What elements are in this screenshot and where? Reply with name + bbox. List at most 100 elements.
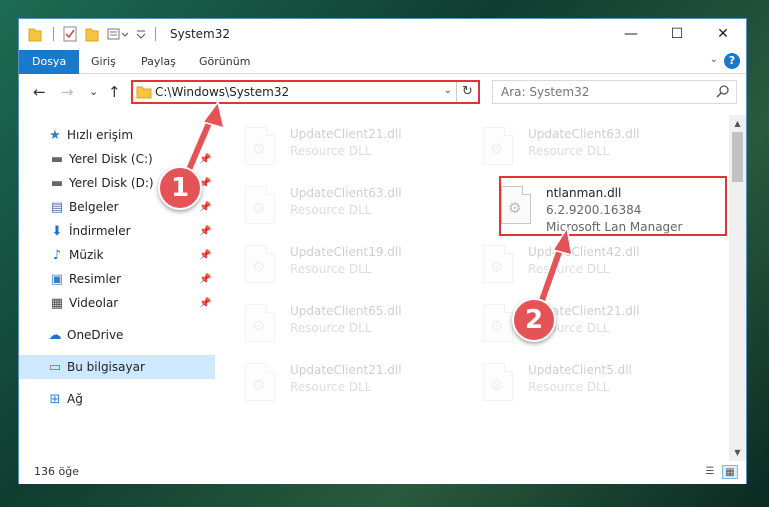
file-tile[interactable]: ⚙ UpdateClient42.dll Resource DLL bbox=[467, 239, 697, 291]
computer-icon: ▭ bbox=[48, 359, 62, 375]
details-view-icon[interactable]: ☰ bbox=[702, 465, 718, 479]
download-icon: ⬇ bbox=[51, 223, 63, 239]
close-button[interactable]: ✕ bbox=[700, 19, 746, 49]
pin-icon[interactable]: 📌 bbox=[199, 298, 211, 309]
sidebar-item-onedrive[interactable]: ☁ OneDrive bbox=[19, 323, 215, 347]
dll-file-icon: ⚙ bbox=[483, 363, 513, 401]
pin-icon[interactable]: 📌 bbox=[199, 154, 211, 165]
tab-file[interactable]: Dosya bbox=[19, 50, 80, 74]
properties-icon[interactable] bbox=[63, 26, 77, 42]
scroll-up-icon[interactable]: ▲ bbox=[729, 115, 746, 132]
pin-icon[interactable]: 📌 bbox=[199, 274, 211, 285]
sidebar-item-pictures[interactable]: ▣ Resimler 📌 bbox=[19, 267, 215, 291]
file-tile[interactable]: ⚙ UpdateClient63.dll Resource DLL bbox=[229, 180, 459, 232]
ribbon-expand-icon[interactable]: ⌄ bbox=[710, 54, 718, 65]
ribbon-tabs: Dosya Giriş Paylaş Görünüm ⌄ ? bbox=[19, 50, 746, 74]
forward-button[interactable]: → bbox=[61, 83, 74, 101]
maximize-button[interactable]: ☐ bbox=[654, 19, 700, 49]
file-description: Resource DLL bbox=[290, 321, 372, 335]
dll-file-icon: ⚙ bbox=[245, 245, 275, 283]
sidebar-item-label: Hızlı erişim bbox=[67, 128, 134, 142]
address-path[interactable]: C:\Windows\System32 bbox=[155, 85, 289, 99]
documents-icon: ▤ bbox=[50, 199, 64, 215]
address-bar[interactable]: C:\Windows\System32 ⌄ ↻ bbox=[131, 80, 480, 104]
sidebar-item-downloads[interactable]: ⬇ İndirmeler 📌 bbox=[19, 219, 215, 243]
tab-view[interactable]: Görünüm bbox=[189, 50, 260, 74]
scrollbar-thumb[interactable] bbox=[732, 132, 743, 182]
pin-icon[interactable]: 📌 bbox=[199, 250, 211, 261]
vertical-scrollbar[interactable]: ▲ ▼ bbox=[729, 115, 746, 461]
dll-file-icon: ⚙ bbox=[483, 304, 513, 342]
title-separator bbox=[155, 27, 156, 41]
sidebar-item-label: Resimler bbox=[69, 272, 122, 286]
new-folder-icon[interactable] bbox=[85, 26, 99, 42]
minimize-button[interactable]: — bbox=[608, 19, 654, 49]
refresh-button[interactable]: ↻ bbox=[456, 82, 478, 102]
window-title: System32 bbox=[170, 27, 231, 41]
file-tile[interactable]: ⚙ UpdateClient65.dll Resource DLL bbox=[229, 298, 459, 350]
tiles-view-icon[interactable]: ▦ bbox=[722, 465, 738, 479]
up-button[interactable]: ↑ bbox=[108, 83, 121, 101]
file-list: ⚙ UpdateClient21.dll Resource DLL ⚙ UpdateCl… bbox=[227, 115, 731, 461]
highlight-box bbox=[499, 176, 727, 236]
customize-toolbar-icon[interactable] bbox=[107, 26, 129, 42]
dll-file-icon: ⚙ bbox=[245, 363, 275, 401]
sidebar-item-label: Videolar bbox=[69, 296, 119, 310]
file-tile[interactable]: ⚙ UpdateClient21.dll Resource DLL bbox=[229, 121, 459, 173]
recent-locations-button[interactable]: ⌄ bbox=[89, 85, 98, 98]
dll-file-icon: ⚙ bbox=[245, 127, 275, 165]
network-icon: ⊞ bbox=[49, 391, 61, 407]
dll-file-icon: ⚙ bbox=[245, 186, 275, 224]
search-input[interactable] bbox=[493, 81, 713, 103]
pin-icon[interactable]: 📌 bbox=[199, 202, 211, 213]
file-name: UpdateClient19.dll bbox=[290, 245, 402, 259]
sidebar-item-videos[interactable]: ▦ Videolar 📌 bbox=[19, 291, 215, 315]
address-dropdown-icon[interactable]: ⌄ bbox=[444, 85, 452, 96]
sidebar-item-label: İndirmeler bbox=[69, 224, 131, 238]
sidebar-item-network[interactable]: ⊞ Ağ bbox=[19, 387, 215, 411]
file-tile[interactable]: ⚙ UpdateClient5.dll Resource DLL bbox=[467, 357, 697, 409]
file-tile[interactable]: ⚙ UpdateClient63.dll Resource DLL bbox=[467, 121, 697, 173]
sidebar-item-label: Bu bilgisayar bbox=[67, 360, 145, 374]
gear-icon: ⚙ bbox=[490, 317, 504, 335]
sidebar-item-quick-access[interactable]: ★ Hızlı erişim bbox=[19, 123, 215, 147]
file-tile[interactable]: ⚙ UpdateClient21.dll Resource DLL bbox=[229, 357, 459, 409]
item-count: 136 öğe bbox=[34, 465, 79, 478]
help-icon[interactable]: ? bbox=[724, 53, 740, 69]
title-bar: System32 — ☐ ✕ bbox=[19, 19, 746, 50]
dll-file-icon: ⚙ bbox=[483, 245, 513, 283]
drive-icon: ▬ bbox=[50, 175, 64, 191]
file-description: Resource DLL bbox=[290, 262, 372, 276]
gear-icon: ⚙ bbox=[252, 317, 266, 335]
file-name: UpdateClient21.dll bbox=[290, 127, 402, 141]
sidebar-item-this-pc[interactable]: ▭ Bu bilgisayar bbox=[19, 355, 215, 379]
sidebar-item-label: Yerel Disk (C:) bbox=[69, 152, 153, 166]
file-description: Resource DLL bbox=[290, 380, 372, 394]
video-icon: ▦ bbox=[50, 295, 64, 311]
cloud-icon: ☁ bbox=[48, 327, 62, 343]
annotation-badge-2: 2 bbox=[512, 298, 556, 342]
folder-icon[interactable] bbox=[28, 26, 42, 42]
back-button[interactable]: ← bbox=[33, 83, 46, 101]
pin-icon[interactable]: 📌 bbox=[199, 226, 211, 237]
tab-home[interactable]: Giriş bbox=[81, 50, 126, 74]
file-name: UpdateClient21.dll bbox=[290, 363, 402, 377]
file-explorer-window: System32 — ☐ ✕ Dosya Giriş Paylaş Görünü… bbox=[18, 18, 747, 484]
sidebar-item-music[interactable]: ♪ Müzik 📌 bbox=[19, 243, 215, 267]
status-bar: 136 öğe ☰ ▦ bbox=[19, 461, 746, 484]
dll-file-icon: ⚙ bbox=[245, 304, 275, 342]
scroll-down-icon[interactable]: ▼ bbox=[729, 444, 746, 461]
sidebar-item-label: OneDrive bbox=[67, 328, 124, 342]
quick-access-dropdown-icon[interactable] bbox=[135, 26, 147, 42]
gear-icon: ⚙ bbox=[252, 140, 266, 158]
tab-share[interactable]: Paylaş bbox=[131, 50, 186, 74]
file-tile[interactable]: ⚙ UpdateClient21.dll Resource DLL bbox=[467, 298, 697, 350]
drive-icon: ▬ bbox=[50, 151, 64, 167]
search-box[interactable] bbox=[492, 80, 737, 104]
file-tile[interactable]: ⚙ UpdateClient19.dll Resource DLL bbox=[229, 239, 459, 291]
file-description: Resource DLL bbox=[290, 203, 372, 217]
pictures-icon: ▣ bbox=[50, 271, 64, 287]
file-name: UpdateClient63.dll bbox=[528, 127, 640, 141]
title-separator bbox=[53, 27, 54, 41]
search-icon[interactable] bbox=[716, 84, 730, 98]
